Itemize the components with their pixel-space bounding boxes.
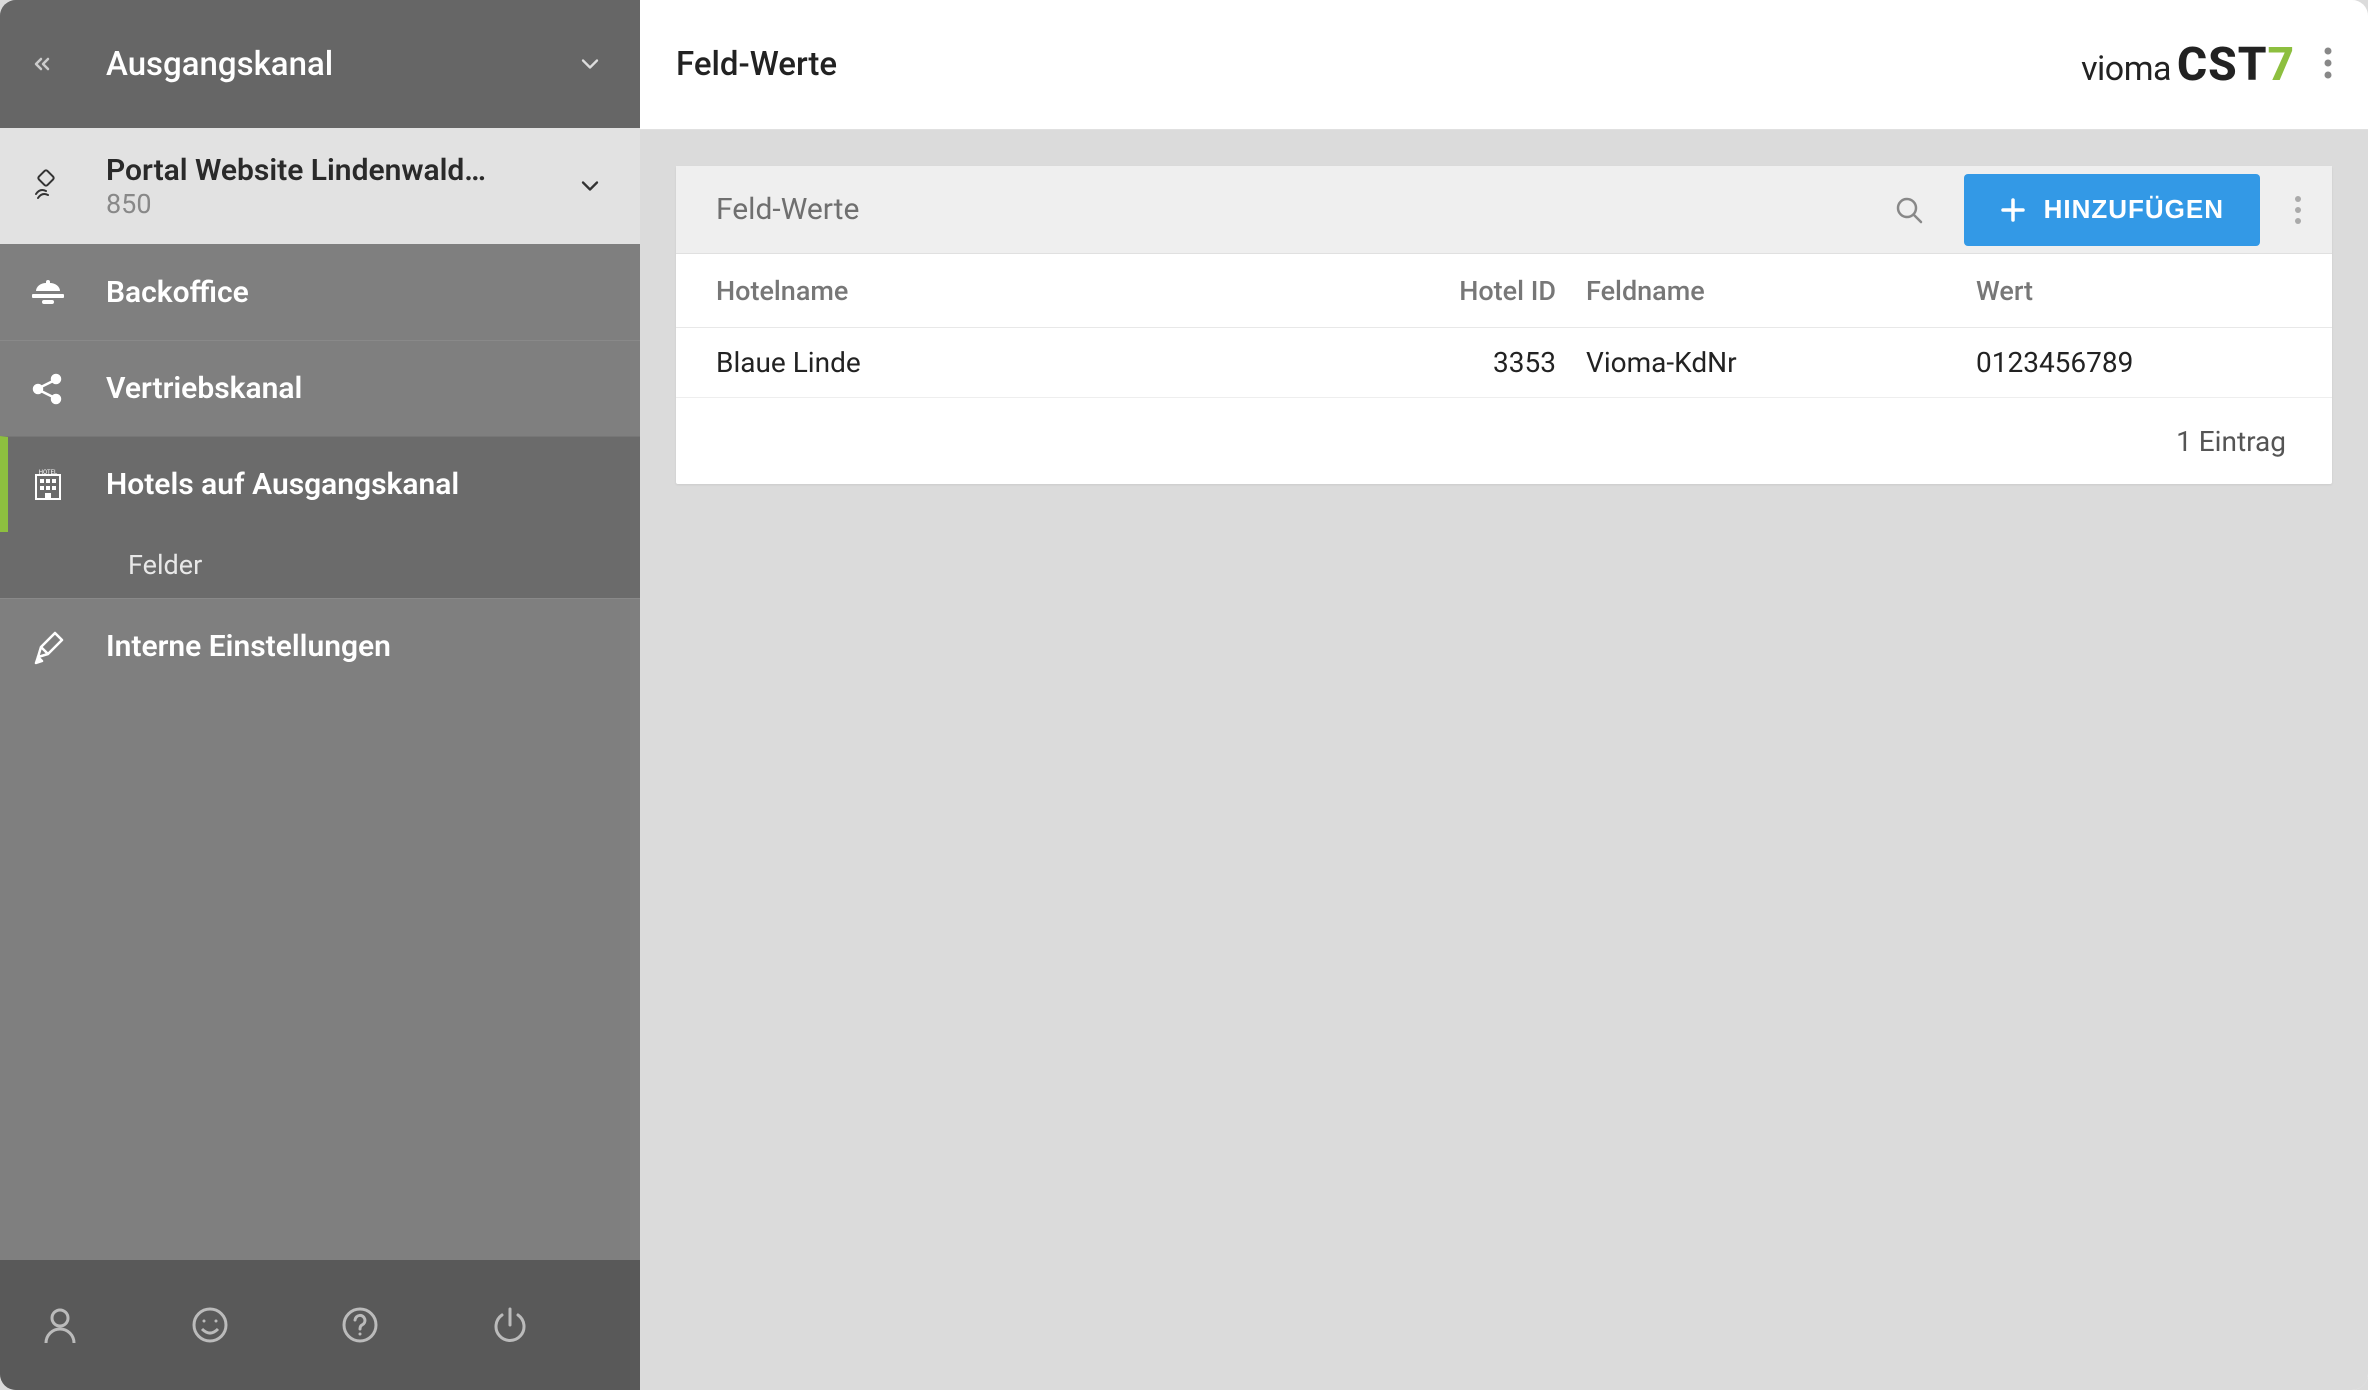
table-header: Hotelname Hotel ID Feldname Wert [676,254,2332,328]
cell-hotelid: 3353 [1416,346,1556,379]
user-icon[interactable] [40,1305,80,1345]
sidebar-item-label: Vertriebskanal [70,371,302,406]
brand-vioma: vioma [2081,49,2171,89]
page-title: Feld-Werte [676,45,2081,84]
add-button[interactable]: HINZUFÜGEN [1964,174,2260,246]
more-icon[interactable] [2294,195,2302,225]
sidebar-item-label: Backoffice [70,275,249,310]
chevron-down-icon[interactable] [570,172,610,200]
portal-selector[interactable]: Portal Website Lindenwald… 850 [0,128,640,244]
add-button-label: HINZUFÜGEN [2044,194,2224,225]
sidebar-item-interne[interactable]: Interne Einstellungen [0,598,640,694]
search-icon[interactable] [1884,195,1934,225]
edit-icon [30,629,70,665]
table-footer: 1 Eintrag [676,398,2332,484]
sidebar-item-hotels[interactable]: HOTEL Hotels auf Ausgangskanal [0,436,640,532]
collapse-icon[interactable] [30,52,70,76]
sidebar-item-vertriebskanal[interactable]: Vertriebskanal [0,340,640,436]
table: Hotelname Hotel ID Feldname Wert Blaue L… [676,254,2332,484]
portal-icon [30,168,70,204]
cell-feldname: Vioma-KdNr [1556,346,1976,379]
main-content: Feld-Werte vioma CST7 Feld-Werte [640,0,2368,1390]
card-feld-werte: Feld-Werte HINZUFÜGEN [676,166,2332,484]
bell-icon [30,274,70,310]
col-hotelid[interactable]: Hotel ID [1416,275,1556,307]
more-icon[interactable] [2324,47,2332,83]
main-header: Feld-Werte vioma CST7 [640,0,2368,130]
sidebar-header[interactable]: Ausgangskanal [0,0,640,128]
cell-wert: 0123456789 [1976,346,2292,379]
col-feldname[interactable]: Feldname [1556,275,1976,307]
cell-hotelname: Blaue Linde [716,346,1416,379]
card-title: Feld-Werte [716,192,1884,227]
card-header: Feld-Werte HINZUFÜGEN [676,166,2332,254]
smile-icon[interactable] [190,1305,230,1345]
sidebar-item-label: Interne Einstellungen [70,629,391,664]
brand-cst: CST [2177,38,2267,92]
portal-name: Portal Website Lindenwald… [106,153,570,188]
sidebar-item-backoffice[interactable]: Backoffice [0,244,640,340]
building-icon: HOTEL [30,467,70,503]
sidebar-title: Ausgangskanal [70,45,570,84]
svg-text:HOTEL: HOTEL [39,469,58,476]
sidebar: Ausgangskanal Portal Website Lindenwald…… [0,0,640,1390]
sidebar-footer [0,1260,640,1390]
col-wert[interactable]: Wert [1976,275,2292,307]
portal-id: 850 [106,188,570,220]
sidebar-item-label: Hotels auf Ausgangskanal [70,467,459,502]
brand-seven: 7 [2267,38,2294,92]
network-icon [30,371,70,407]
col-hotelname[interactable]: Hotelname [716,275,1416,307]
table-row[interactable]: Blaue Linde 3353 Vioma-KdNr 0123456789 [676,328,2332,398]
help-icon[interactable] [340,1305,380,1345]
plus-icon [2000,197,2026,223]
sidebar-subitem-felder[interactable]: Felder [0,532,640,598]
power-icon[interactable] [490,1305,530,1345]
portal-text: Portal Website Lindenwald… 850 [70,153,570,220]
entry-count: 1 Eintrag [2176,425,2286,458]
chevron-down-icon[interactable] [570,50,610,78]
sidebar-subitem-label: Felder [128,549,202,581]
brand-logo: vioma CST7 [2081,38,2294,92]
